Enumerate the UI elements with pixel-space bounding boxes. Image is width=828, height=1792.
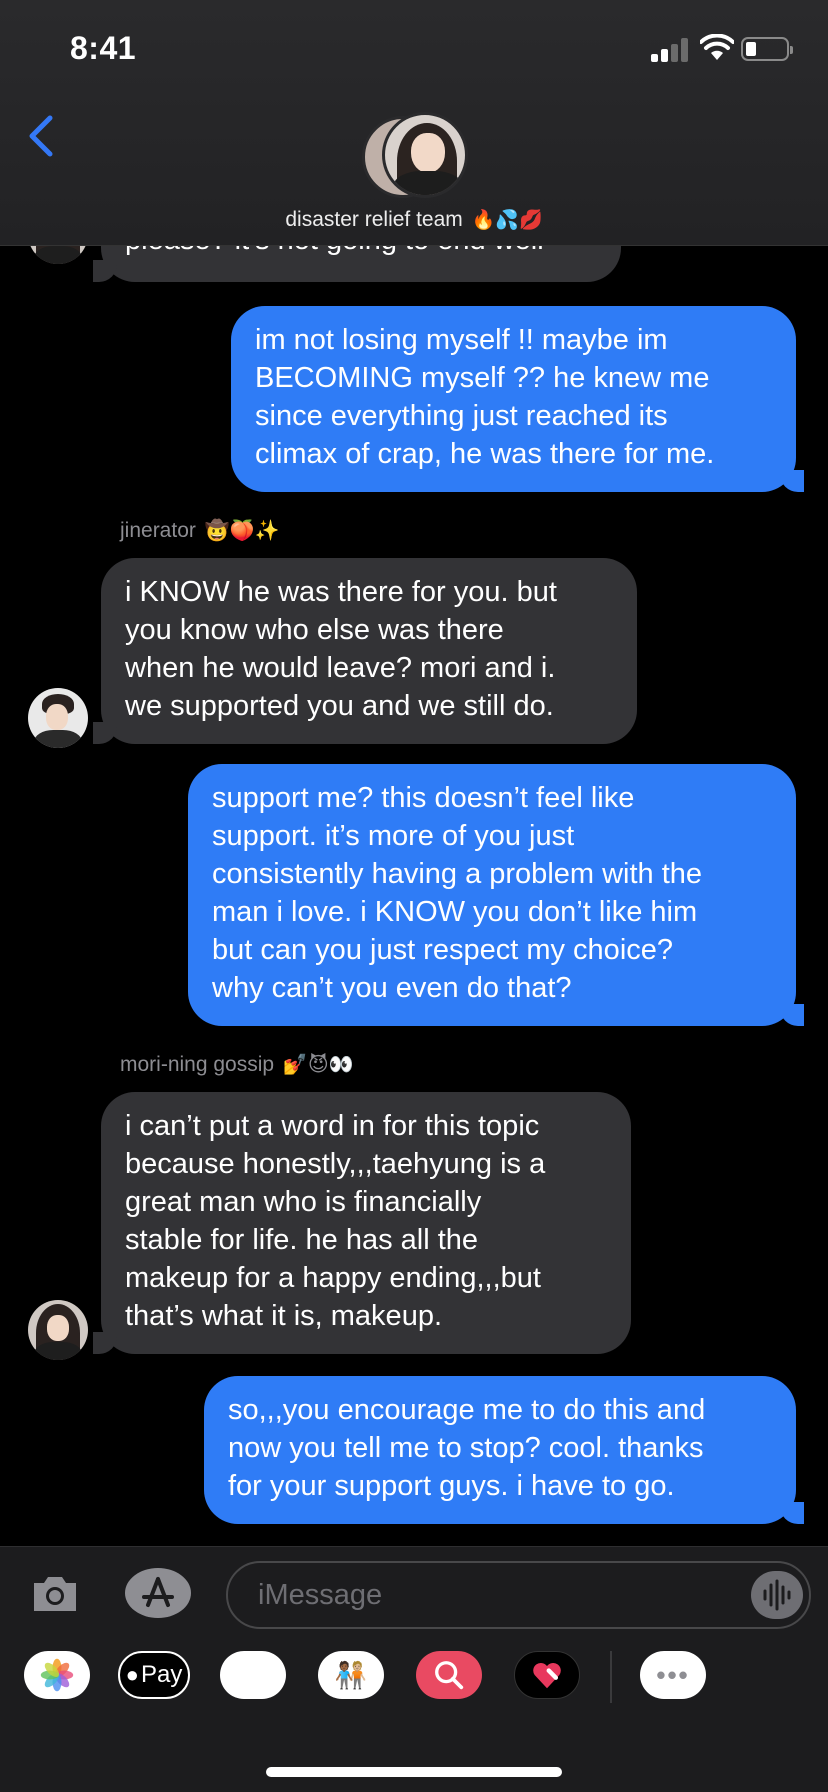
message-line: makeup for a happy ending,,,but [125,1262,541,1294]
message-line: stable for life. he has all the [125,1224,479,1256]
avatar [382,112,468,198]
message-line: why can’t you even do that? [212,972,572,1004]
group-name[interactable]: disaster relief team 🔥💦💋 [0,208,828,232]
message-bubble-outgoing[interactable]: support me? this doesn’t feel like suppo… [188,764,804,1026]
sender-name-label: mori-ning gossip [120,1053,275,1076]
sender-name: mori-ning gossip 💅😈👀 [120,1052,354,1077]
avatar [28,688,88,748]
home-indicator[interactable] [266,1767,562,1777]
apple-pay-icon[interactable]: ● Pay [118,1651,190,1699]
message-line: man i love. i KNOW you don’t like him [212,896,698,928]
group-avatar[interactable] [362,112,468,198]
message-line: that’s what it is, makeup. [125,1300,443,1332]
compose-bar: ● Pay 🐵 🧑🏾‍🤝‍🧑🏼 ••• [0,1546,828,1792]
message-line: climax of crap, he was there for me. [255,438,715,470]
memoji-icon: 🧑🏾‍🤝‍🧑🏼 [334,1659,368,1690]
message-bubble-incoming[interactable]: please? it’s not going to end well [93,246,621,282]
back-chevron-icon[interactable] [24,114,58,158]
message-line: you know who else was there [125,614,504,646]
message-line: because honestly,,,taehyung is a [125,1148,546,1180]
sender-emoji: 💅😈👀 [282,1054,354,1076]
status-time: 8:41 [70,30,137,66]
battery-icon [741,37,793,61]
message-line: now you tell me to stop? cool. thanks [228,1432,704,1464]
app-drawer-divider [610,1651,612,1703]
photos-app-icon[interactable] [24,1651,90,1699]
message-line: i KNOW he was there for you. but [125,576,557,608]
message-line: please? it’s not going to end well [125,246,597,259]
cellular-signal-icon [651,38,691,62]
audio-waveform-icon[interactable] [751,1571,803,1619]
more-icon: ••• [656,1659,690,1690]
message-text-input[interactable] [258,1573,698,1617]
group-name-label: disaster relief team [285,208,463,231]
avatar [28,1300,88,1360]
message-line: im not losing myself !! maybe im [255,324,668,356]
sender-emoji: 🤠🍑✨ [204,520,280,542]
animoji-icon[interactable]: 🐵 [220,1651,286,1699]
conversation-header: 8:41 disaster relief team 🔥💦💋 [0,0,828,246]
sender-name: jinerator 🤠🍑✨ [120,518,279,543]
digital-touch-icon[interactable] [514,1651,580,1699]
memoji-stickers-icon[interactable]: 🧑🏾‍🤝‍🧑🏼 [318,1651,384,1699]
apple-logo-icon: ● [125,1662,139,1687]
message-line: i can’t put a word in for this topic [125,1110,540,1142]
more-apps-button[interactable]: ••• [640,1651,706,1699]
message-line: BECOMING myself ?? he knew me [255,362,710,394]
app-drawer: ● Pay 🐵 🧑🏾‍🤝‍🧑🏼 ••• [0,1651,828,1711]
message-line: since everything just reached its [255,400,668,432]
search-images-icon[interactable] [416,1651,482,1699]
message-thread[interactable]: please? it’s not going to end well im no… [0,246,828,1546]
monkey-icon: 🐵 [235,1658,271,1692]
message-line: when he would leave? mori and i. [125,652,556,684]
message-line: for your support guys. i have to go. [228,1470,675,1502]
message-line: support me? this doesn’t feel like [212,782,635,814]
message-bubble-incoming[interactable]: i KNOW he was there for you. but you kno… [93,558,637,744]
camera-icon[interactable] [30,1573,80,1615]
group-name-emoji: 🔥💦💋 [471,210,543,231]
avatar [28,246,88,264]
apple-pay-label: Pay [140,1661,183,1688]
message-line: great man who is financially [125,1186,482,1218]
message-line: but can you just respect my choice? [212,934,674,966]
wifi-icon [700,34,734,60]
message-line: support. it’s more of you just [212,820,575,852]
message-bubble-incoming[interactable]: i can’t put a word in for this topic bec… [93,1092,631,1354]
message-line: so,,,you encourage me to do this and [228,1394,706,1426]
message-line: we supported you and we still do. [125,690,554,722]
message-bubble-outgoing[interactable]: im not losing myself !! maybe im BECOMIN… [231,306,804,492]
sender-name-label: jinerator [120,519,196,542]
imessage-input[interactable] [226,1561,811,1629]
message-bubble-outgoing[interactable]: so,,,you encourage me to do this and now… [204,1376,804,1524]
app-store-icon[interactable] [124,1567,192,1619]
message-line: consistently having a problem with the [212,858,703,890]
